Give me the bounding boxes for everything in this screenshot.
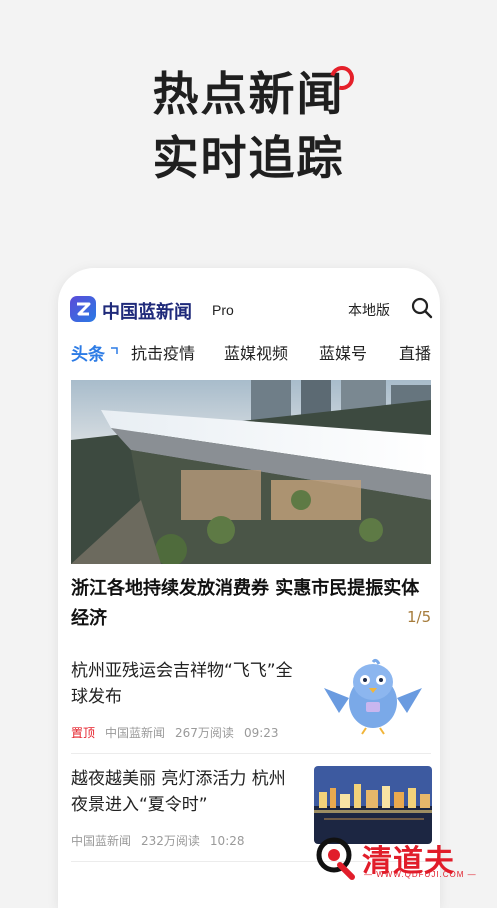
news-read-count: 267万阅读 [175,726,234,740]
mascot-thumbnail [314,658,432,736]
news-time: 10:28 [209,834,245,848]
search-icon[interactable] [410,296,434,320]
news-source: 中国蓝新闻 [105,726,166,740]
news-item[interactable]: 杭州亚残运会吉祥物“飞飞”全球发布 置顶 中国蓝新闻 267万阅读 09:23 [71,658,432,758]
promo-line-2: 实时追踪 [152,131,345,185]
watermark-q-icon [316,837,355,880]
watermark-subtext: — WWW.QDFUJI.COM — [364,870,477,879]
app-name-suffix: Pro [212,302,234,318]
list-divider [71,753,431,754]
carousel-page-indicator: 1/5 [407,608,432,626]
promo-headline: 热点新闻 实时追踪 [0,61,497,190]
news-item-meta: 中国蓝新闻 232万阅读 10:28 [71,832,255,849]
news-source: 中国蓝新闻 [71,834,132,848]
tab-epidemic[interactable]: 抗击疫情 [131,340,195,364]
news-item-title[interactable]: 杭州亚残运会吉祥物“飞飞”全球发布 [71,658,293,710]
pinned-badge: 置顶 [71,726,96,740]
news-read-count: 232万阅读 [141,834,200,848]
news-time: 09:23 [243,726,279,740]
app-name: 中国蓝新闻 [102,302,192,323]
phone-screen: 中国蓝新闻 Pro 本地版 头条 抗击疫情 蓝媒视频 蓝媒号 直播 浙江各地持续… [58,268,440,908]
tab-blue-media-video[interactable]: 蓝媒视频 [224,340,288,364]
tab-active-mark-icon [110,340,118,359]
hero-image[interactable] [71,380,431,564]
channel-tabs: 头条 抗击疫情 蓝媒视频 蓝媒号 直播 [58,340,440,370]
tab-blue-media-account[interactable]: 蓝媒号 [319,340,367,364]
app-logo-icon [70,296,96,322]
promo-line-1: 热点新闻 [152,67,345,121]
local-edition-button[interactable]: 本地版 [348,300,390,320]
news-item-meta: 置顶 中国蓝新闻 267万阅读 09:23 [71,724,289,741]
hero-headline[interactable]: 浙江各地持续发放消费券 实惠市民提振实体经济 [71,574,431,634]
tab-headlines[interactable]: 头条 [71,340,105,365]
watermark-logo: 清道夫 — WWW.QDFUJI.COM — [312,832,497,883]
news-item-title[interactable]: 越夜越美丽 亮灯添活力 杭州夜景进入“夏令时” [71,766,293,818]
tab-live[interactable]: 直播 [399,340,431,364]
app-header: 中国蓝新闻 Pro 本地版 [58,290,440,330]
